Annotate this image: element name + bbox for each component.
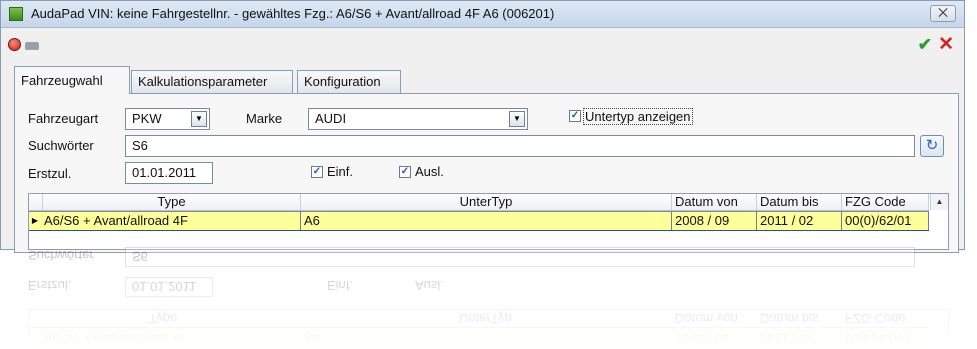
reflection-einf-label: Einf. [327, 278, 354, 293]
marke-label: Marke [246, 111, 283, 126]
app-icon [9, 7, 23, 21]
erstzul-label: Erstzul. [28, 166, 72, 181]
window-close-button[interactable]: ⨉ [930, 5, 956, 22]
header-marker [29, 194, 43, 210]
toolbar: ✔ ✕ [1, 28, 964, 62]
cell-type[interactable]: A6/S6 + Avant/allroad 4F [41, 212, 301, 230]
reflection-header-fzg-code: FZG Code [845, 311, 906, 326]
cell-datum-von[interactable]: 2008 / 09 [672, 212, 757, 230]
confirm-icon[interactable]: ✔ [918, 35, 932, 55]
reflection-header-datum-bis: Datum bis [760, 311, 819, 326]
suchwoerter-input[interactable]: S6 [125, 135, 915, 157]
einf-checkbox[interactable]: ✓ [311, 166, 323, 178]
reflection-ausl-label: Ausl. [415, 278, 444, 293]
reflection-erstzul-value: 01.01.2011 [125, 277, 213, 297]
suchwoerter-label: Suchwörter [28, 138, 94, 153]
untertyp-checkbox[interactable]: ✓ [569, 110, 581, 122]
column-header-datum-von[interactable]: Datum von [672, 194, 757, 210]
tab-kalkulationsparameter[interactable]: Kalkulationsparameter [131, 70, 293, 93]
untertyp-label: Untertyp anzeigen [583, 108, 693, 125]
marke-value: AUDI [315, 111, 347, 126]
reflection-header-untertyp: UnterTyp [459, 311, 512, 326]
reflection-cell-datum-bis: 2011 / 02 [760, 331, 814, 346]
chevron-down-icon[interactable]: ▼ [509, 111, 525, 127]
delete-icon[interactable] [8, 38, 21, 51]
einf-label: Einf. [327, 164, 354, 179]
reflection-cell-untertyp: A6 [304, 331, 320, 346]
window-title: AudaPad VIN: keine Fahrgestellnr. - gewä… [31, 6, 555, 21]
reflection-grid: A6/S6 + Avant/allroad 4F A6 2008 / 09 20… [28, 309, 949, 349]
reflection-cell-datum-von: 2008 / 09 [675, 331, 730, 346]
cell-datum-bis[interactable]: 2011 / 02 [757, 212, 842, 230]
column-header-type[interactable]: Type [43, 194, 301, 210]
vehicle-grid: Type UnterTyp Datum von Datum bis FZG Co… [28, 193, 949, 250]
ausl-checkbox[interactable]: ✓ [399, 166, 411, 178]
cell-untertyp[interactable]: A6 [301, 212, 672, 230]
column-header-fzg-code[interactable]: FZG Code [842, 194, 929, 210]
cancel-icon[interactable]: ✕ [938, 33, 954, 56]
reflection-header: Type UnterTyp Datum von Datum bis FZG Co… [29, 310, 929, 327]
reflection-row: A6/S6 + Avant/allroad 4F A6 2008 / 09 20… [29, 327, 929, 348]
erstzul-input[interactable]: 01.01.2011 [125, 162, 213, 184]
fahrzeugart-value: PKW [132, 111, 162, 126]
tab-fahrzeugwahl[interactable]: Fahrzeugwahl [14, 66, 130, 94]
car-icon[interactable] [25, 42, 39, 50]
fahrzeugart-label: Fahrzeugart [28, 111, 99, 126]
fahrzeugart-select[interactable]: PKW ▼ [125, 108, 210, 130]
grid-header: Type UnterTyp Datum von Datum bis FZG Co… [29, 194, 929, 211]
table-row[interactable]: ▶ A6/S6 + Avant/allroad 4F A6 2008 / 09 … [29, 211, 929, 231]
tab-konfiguration[interactable]: Konfiguration [297, 70, 401, 93]
marke-select[interactable]: AUDI ▼ [308, 108, 528, 130]
title-bar: AudaPad VIN: keine Fahrgestellnr. - gewä… [1, 1, 964, 28]
row-pointer-icon: ▶ [31, 216, 39, 225]
reflection-header-datum-von: Datum von [675, 311, 738, 326]
reflection-erstzul-label: Erstzul. [28, 278, 72, 293]
ausl-label: Ausl. [415, 164, 444, 179]
column-header-datum-bis[interactable]: Datum bis [757, 194, 842, 210]
reflection-header-type: Type [149, 311, 178, 326]
cell-fzg-code[interactable]: 00(0)/62/01 [842, 212, 929, 230]
chevron-down-icon[interactable]: ▼ [191, 111, 207, 127]
column-header-untertyp[interactable]: UnterTyp [301, 194, 672, 210]
scroll-up-icon[interactable]: ▲ [930, 194, 948, 210]
refresh-button[interactable]: ↻ [920, 135, 944, 157]
reflection-cell-type: A6/S6 + Avant/allroad 4F [44, 331, 188, 346]
reflection-cell-fzg-code: 00(0)/62/01 [845, 331, 912, 346]
